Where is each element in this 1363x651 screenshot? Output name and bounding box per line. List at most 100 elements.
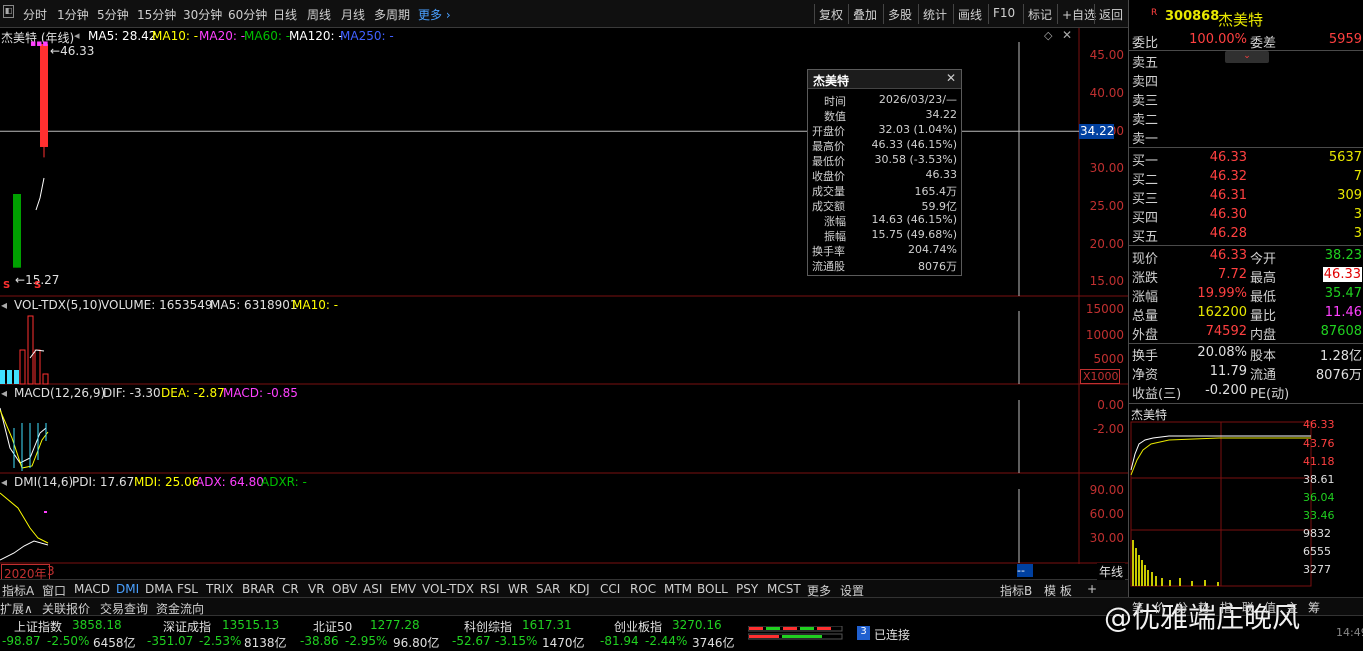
dmi-adxr-label: ADXR: - (261, 475, 307, 489)
ma120-label: MA120: - (289, 29, 343, 43)
ma250-label: MA250: - (340, 29, 394, 43)
toolbar-back[interactable]: 返回 (1094, 4, 1127, 24)
tab-dmi[interactable]: DMI (116, 582, 139, 596)
index-value: 1277.28 (370, 618, 420, 632)
collapse-icon[interactable]: ◂ (1, 386, 7, 400)
tab-kdj[interactable]: KDJ (569, 582, 590, 596)
tab-sar[interactable]: SAR (536, 582, 560, 596)
index-name[interactable]: 上证指数 (14, 618, 62, 635)
menu-icon[interactable]: ◧ (3, 5, 14, 18)
mini-tab[interactable]: 值 (1264, 599, 1276, 616)
tab-vr[interactable]: VR (308, 582, 325, 596)
candle-body (13, 194, 21, 268)
index-value: 3270.16 (672, 618, 722, 632)
tab-fsl[interactable]: FSL (177, 582, 198, 596)
toolbar-biaoji[interactable]: 标记 (1023, 4, 1056, 24)
collapse-icon[interactable]: ◂ (1, 475, 7, 489)
price-axis-tick: 15.00 (1089, 274, 1124, 288)
mini-tab[interactable]: 主 (1286, 599, 1298, 616)
dot-marker: ▪▪▪ (30, 39, 49, 49)
sell-row: 卖三 (1132, 94, 1159, 109)
period-15min[interactable]: 15分钟 (137, 6, 176, 23)
toolbar-f10[interactable]: F10 (988, 4, 1019, 24)
tab-trix[interactable]: TRIX (206, 582, 233, 596)
mini-axis-tick: 38.61 (1303, 473, 1335, 486)
index-name[interactable]: 创业板指 (614, 618, 662, 635)
mini-axis-tick: 41.18 (1303, 455, 1335, 468)
vol-title: VOL-TDX(5,10) (14, 298, 103, 312)
mini-tab[interactable]: 势 (1198, 599, 1210, 616)
index-name[interactable]: 科创综指 (464, 618, 512, 635)
period-more[interactable]: 更多 › (418, 6, 451, 23)
period-month[interactable]: 月线 (341, 6, 365, 23)
add-button[interactable]: + (1087, 582, 1097, 596)
mini-tab[interactable]: 联 (1242, 599, 1254, 616)
volume-bar (27, 315, 34, 385)
period-day[interactable]: 日线 (273, 6, 297, 23)
market-breadth-icon (748, 626, 843, 640)
dmi-axis-tick: 30.00 (1089, 531, 1124, 545)
mini-tab[interactable]: 指 (1220, 599, 1232, 616)
index-change: -38.86 (300, 634, 339, 648)
tab-psy[interactable]: PSY (736, 582, 758, 596)
tab-cr[interactable]: CR (282, 582, 299, 596)
app-window: { "colors":{"up":"#ff3030","down":"#00a0… (0, 0, 1363, 651)
tab-vol-tdx[interactable]: VOL-TDX (422, 582, 474, 596)
period-week[interactable]: 周线 (307, 6, 331, 23)
period-year-label[interactable]: 年线 (1097, 563, 1126, 580)
tab-dma[interactable]: DMA (145, 582, 173, 596)
collapse-icon[interactable]: ◂ (1, 298, 7, 312)
mini-tab[interactable]: 价 (1154, 599, 1166, 616)
index-amount: 3746亿 (692, 636, 735, 650)
tab-asi[interactable]: ASI (363, 582, 382, 596)
mini-tab[interactable]: 分 (1176, 599, 1188, 616)
tab-cci[interactable]: CCI (600, 582, 620, 596)
index-value: 3858.18 (72, 618, 122, 632)
tooltip-row: 成交量 165.4万 (812, 185, 957, 198)
sell-row: 卖一 (1132, 132, 1159, 147)
tab-wr[interactable]: WR (508, 582, 528, 596)
mini-tab[interactable]: 筹 (1308, 599, 1320, 616)
tooltip-row: 最高价 46.33 (46.15%) (812, 138, 957, 153)
index-name[interactable]: 北证50 (313, 618, 352, 635)
tab-macd[interactable]: MACD (74, 582, 110, 596)
toolbar-tongji[interactable]: 统计 (918, 4, 951, 24)
tab-rsi[interactable]: RSI (480, 582, 500, 596)
toolbar-huaxian[interactable]: 画线 (953, 4, 986, 24)
ma10-label: MA10: - (152, 29, 199, 43)
chart-area[interactable]: 杰美特 (年线) ◂ MA5: 28.42 MA10: - MA20: - MA… (0, 28, 1128, 564)
macd-axis-tick: -2.00 (1092, 422, 1124, 436)
period-toolbar: ◧ 分时 1分钟 5分钟 15分钟 30分钟 60分钟 日线 周线 月线 多周期… (0, 0, 1128, 28)
buy-row: 买一 46.33 5637 (1132, 150, 1362, 169)
volume-bar (14, 370, 19, 384)
volume-bar (19, 349, 26, 385)
period-5min[interactable]: 5分钟 (97, 6, 129, 23)
period-60min[interactable]: 60分钟 (228, 6, 267, 23)
connection-status[interactable]: 已连接 (874, 626, 910, 643)
toolbar-duogu[interactable]: 多股 (883, 4, 916, 24)
tab-mcst[interactable]: MCST (767, 582, 801, 596)
toolbar-diejia[interactable]: 叠加 (848, 4, 881, 24)
tab-brar[interactable]: BRAR (242, 582, 275, 596)
close-pane-icon[interactable]: ✕ (1062, 28, 1072, 42)
toolbar-fuquan[interactable]: 复权 (814, 4, 847, 24)
volume-bar (42, 373, 49, 385)
period-fenshi[interactable]: 分时 (23, 6, 47, 23)
tab-boll[interactable]: BOLL (697, 582, 728, 596)
macd-dif-line (0, 407, 47, 464)
tab-obv[interactable]: OBV (332, 582, 358, 596)
tab-mtm[interactable]: MTM (664, 582, 692, 596)
tab-roc[interactable]: ROC (630, 582, 656, 596)
close-icon[interactable]: ✕ (946, 71, 956, 85)
mini-volume-bars (1132, 540, 1219, 586)
vol-ma10-label: MA10: - (292, 298, 339, 312)
period-1min[interactable]: 1分钟 (57, 6, 89, 23)
volume-bar (34, 349, 41, 385)
index-name[interactable]: 深证成指 (163, 618, 211, 635)
period-30min[interactable]: 30分钟 (183, 6, 222, 23)
tab-emv[interactable]: EMV (390, 582, 416, 596)
collapse-icon[interactable]: ◂ (74, 29, 80, 42)
mini-tab[interactable]: 笔 (1132, 599, 1144, 616)
diamond-icon[interactable]: ◇ (1044, 29, 1052, 42)
period-multi[interactable]: 多周期 (374, 6, 410, 23)
